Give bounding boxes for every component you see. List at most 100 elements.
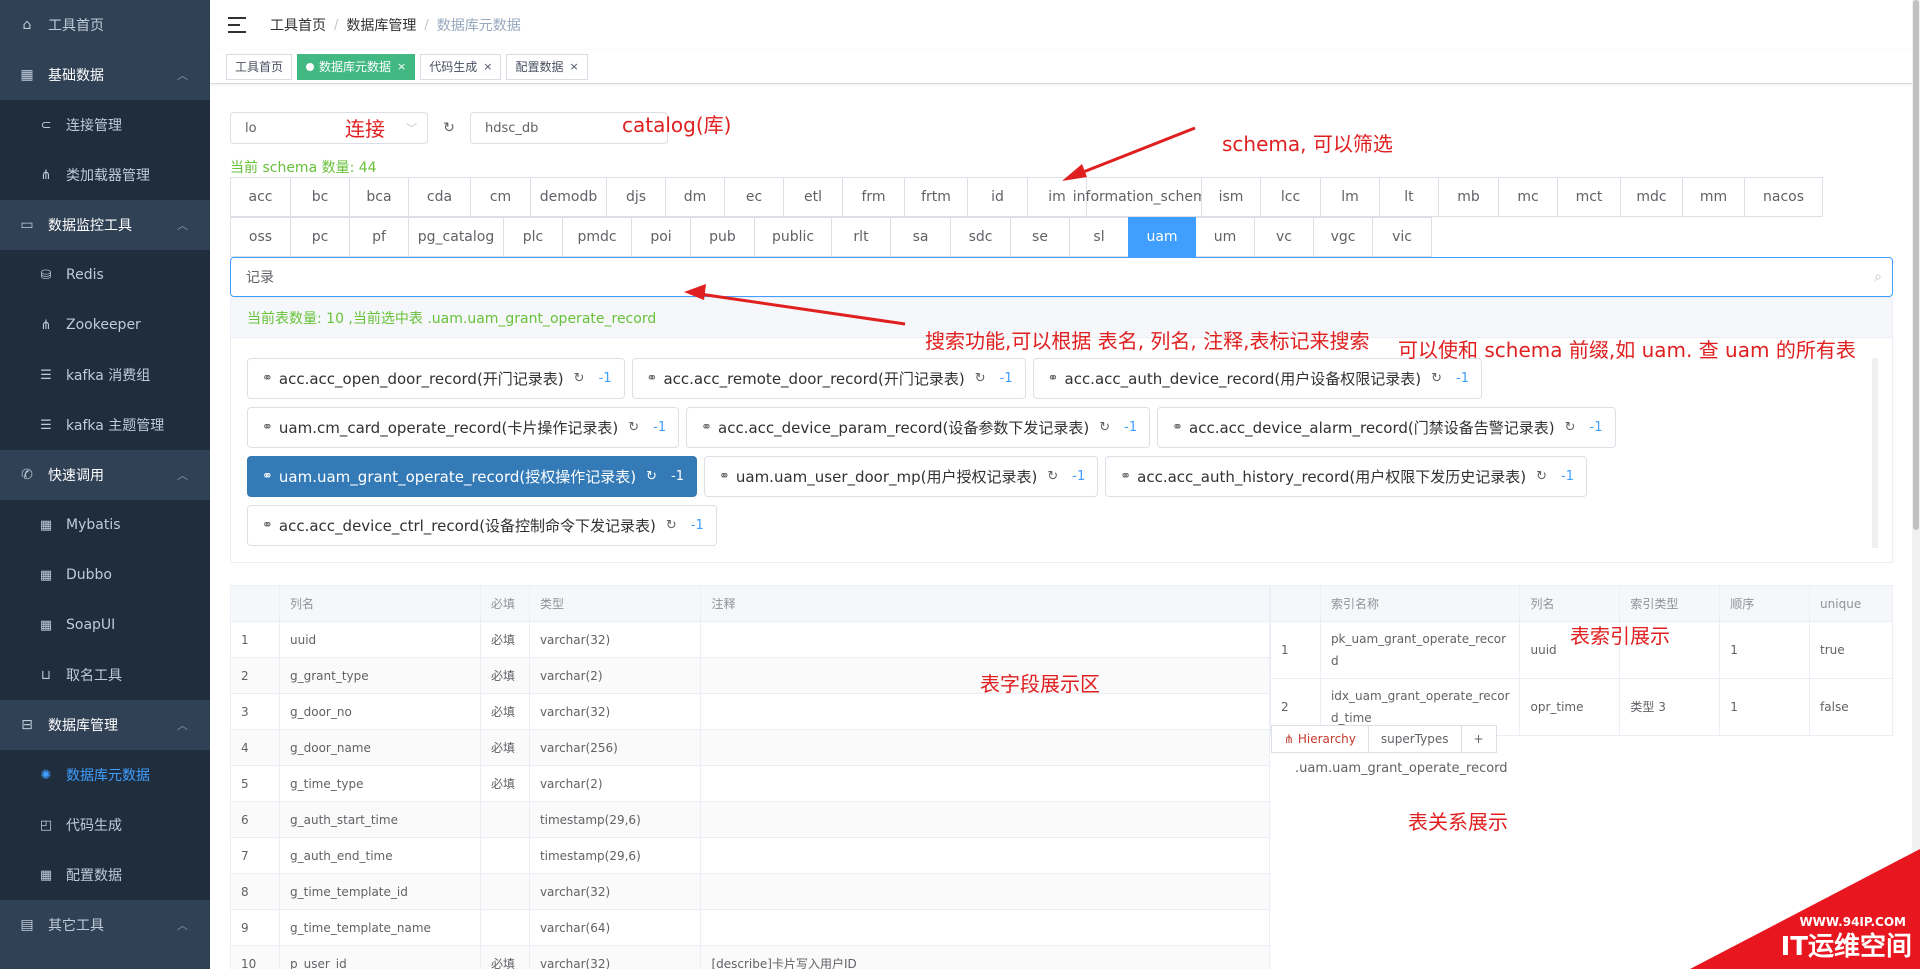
sidebar-item-soapui[interactable]: ▦ SoapUI — [0, 600, 210, 650]
sidebar-item-mybatis[interactable]: ▦ Mybatis — [0, 500, 210, 550]
schema-button-poi[interactable]: poi — [631, 217, 691, 257]
sidebar-item-db-metadata[interactable]: ✺ 数据库元数据 — [0, 750, 210, 800]
refresh-icon[interactable]: ↻ — [646, 469, 657, 484]
table-chip[interactable]: ⚭ uam.uam_grant_operate_record(授权操作记录表) ↻ -… — [247, 456, 697, 497]
schema-button-mb[interactable]: mb — [1438, 177, 1499, 217]
sidebar-item-home[interactable]: ⌂ 工具首页 — [0, 0, 210, 50]
schema-button-lcc[interactable]: lcc — [1260, 177, 1321, 217]
schema-button-pmdc[interactable]: pmdc — [562, 217, 632, 257]
hamburger-icon[interactable] — [228, 17, 246, 33]
schema-button-pc[interactable]: pc — [290, 217, 350, 257]
refresh-icon[interactable]: ↻ — [574, 371, 585, 386]
schema-button-acc[interactable]: acc — [230, 177, 291, 217]
schema-button-vic[interactable]: vic — [1372, 217, 1432, 257]
table-chip[interactable]: ⚭ acc.acc_device_alarm_record(门禁设备告警记录表) ↻… — [1157, 407, 1616, 448]
table-chip[interactable]: ⚭ acc.acc_device_ctrl_record(设备控制命令下发记录表)… — [247, 505, 717, 546]
schema-button-pg-catalog[interactable]: pg_catalog — [408, 217, 504, 257]
schema-button-se[interactable]: se — [1010, 217, 1070, 257]
sidebar-item-quick-call[interactable]: ✆ 快速调用 ︿ — [0, 450, 210, 500]
schema-button-mm[interactable]: mm — [1682, 177, 1745, 217]
sidebar-item-kafka-group[interactable]: ☰ kafka 消费组 — [0, 350, 210, 400]
schema-button-pub[interactable]: pub — [690, 217, 755, 257]
table-row[interactable]: 1 uuid 必填 varchar(32) — [230, 621, 1270, 658]
scrollbar-thumb[interactable] — [1913, 0, 1919, 530]
sidebar-item-dubbo[interactable]: ▦ Dubbo — [0, 550, 210, 600]
table-row[interactable]: 6 g_auth_start_time timestamp(29,6) — [230, 801, 1270, 838]
sidebar-item-db-manage[interactable]: ⊟ 数据库管理 ︿ — [0, 700, 210, 750]
schema-button-frm[interactable]: frm — [842, 177, 905, 217]
table-chip[interactable]: ⚭ acc.acc_auth_history_record(用户权限下发历史记录表… — [1105, 456, 1587, 497]
table-chip[interactable]: ⚭ uam.cm_card_operate_record(卡片操作记录表) ↻ -1 — [247, 407, 680, 448]
schema-button-pf[interactable]: pf — [349, 217, 409, 257]
page-scrollbar[interactable] — [1912, 0, 1920, 969]
refresh-icon[interactable]: ↻ — [975, 371, 986, 386]
table-chip[interactable]: ⚭ acc.acc_auth_device_record(用户设备权限记录表) ↻ -… — [1032, 358, 1482, 399]
schema-button-demodb[interactable]: demodb — [530, 177, 607, 217]
schema-button-dm[interactable]: dm — [665, 177, 725, 217]
schema-button-djs[interactable]: djs — [606, 177, 666, 217]
refresh-icon[interactable]: ↻ — [666, 518, 677, 533]
table-row[interactable]: 3 g_door_no 必填 varchar(32) — [230, 693, 1270, 730]
sidebar-item-codegen[interactable]: ◰ 代码生成 — [0, 800, 210, 850]
schema-button-uam[interactable]: uam — [1128, 217, 1196, 257]
table-row[interactable]: 2 g_grant_type 必填 varchar(2) — [230, 657, 1270, 694]
refresh-icon[interactable]: ↻ — [628, 420, 639, 435]
refresh-icon[interactable]: ↻ — [1099, 420, 1110, 435]
schema-button-mdc[interactable]: mdc — [1620, 177, 1683, 217]
close-icon[interactable]: × — [570, 55, 579, 79]
schema-button-bca[interactable]: bca — [349, 177, 409, 217]
refresh-icon[interactable]: ↻ — [1536, 469, 1547, 484]
schema-button-plc[interactable]: plc — [503, 217, 563, 257]
sidebar-item-config[interactable]: ▦ 配置数据 — [0, 850, 210, 900]
schema-button-lm[interactable]: lm — [1320, 177, 1380, 217]
schema-button-rlt[interactable]: rlt — [831, 217, 891, 257]
table-row[interactable]: 4 g_door_name 必填 varchar(256) — [230, 729, 1270, 766]
schema-button-bc[interactable]: bc — [290, 177, 350, 217]
sidebar-item-monitor[interactable]: ▭ 数据监控工具 ︿ — [0, 200, 210, 250]
refresh-icon[interactable]: ↻ — [442, 120, 456, 136]
tab-add[interactable]: + — [1460, 725, 1497, 753]
refresh-icon[interactable]: ↻ — [1431, 371, 1442, 386]
schema-button-vc[interactable]: vc — [1254, 217, 1314, 257]
breadcrumb-item[interactable]: 数据库管理 — [346, 15, 416, 35]
close-icon[interactable]: × — [397, 55, 406, 79]
schema-button-lt[interactable]: lt — [1379, 177, 1439, 217]
schema-button-sa[interactable]: sa — [890, 217, 951, 257]
schema-button-cm[interactable]: cm — [470, 177, 531, 217]
schema-button-id[interactable]: id — [967, 177, 1028, 217]
schema-button-sl[interactable]: sl — [1069, 217, 1129, 257]
table-row[interactable]: 7 g_auth_end_time timestamp(29,6) — [230, 837, 1270, 874]
schema-button-information-schema[interactable]: information_schema — [1073, 177, 1215, 217]
schema-button-public[interactable]: public — [754, 217, 832, 257]
tag-codegen[interactable]: 代码生成 × — [420, 53, 502, 80]
sidebar-item-classloader[interactable]: ⋔ 类加载器管理 — [0, 150, 210, 200]
schema-button-etl[interactable]: etl — [783, 177, 843, 217]
tab-hierarchy[interactable]: ⋔ Hierarchy — [1271, 725, 1369, 753]
panel-scrollbar[interactable] — [1872, 358, 1878, 548]
schema-button-vgc[interactable]: vgc — [1313, 217, 1373, 257]
connection-select[interactable]: lo ﹀ — [230, 112, 428, 144]
table-row[interactable]: 5 g_time_type 必填 varchar(2) — [230, 765, 1270, 802]
refresh-icon[interactable]: ↻ — [1565, 420, 1576, 435]
tab-supertypes[interactable]: superTypes — [1367, 725, 1462, 753]
close-icon[interactable]: × — [483, 55, 492, 79]
table-search-input[interactable]: 记录 ⌕ — [230, 257, 1893, 297]
sidebar-item-basic-data[interactable]: ▦ 基础数据 ︿ — [0, 50, 210, 100]
schema-button-um[interactable]: um — [1195, 217, 1255, 257]
schema-button-mct[interactable]: mct — [1557, 177, 1621, 217]
schema-button-ec[interactable]: ec — [724, 177, 784, 217]
schema-button-frtm[interactable]: frtm — [904, 177, 968, 217]
schema-button-ism[interactable]: ism — [1201, 177, 1261, 217]
breadcrumb-item[interactable]: 工具首页 — [270, 15, 326, 35]
schema-button-mc[interactable]: mc — [1498, 177, 1558, 217]
sidebar-item-zookeeper[interactable]: ⋔ Zookeeper — [0, 300, 210, 350]
table-row[interactable]: 8 g_time_template_id varchar(32) — [230, 873, 1270, 910]
schema-button-cda[interactable]: cda — [408, 177, 471, 217]
refresh-icon[interactable]: ↻ — [1047, 469, 1058, 484]
schema-button-sdc[interactable]: sdc — [950, 217, 1011, 257]
tag-home[interactable]: 工具首页 — [226, 53, 293, 80]
table-chip[interactable]: ⚭ uam.uam_user_door_mp(用户授权记录表) ↻ -1 — [703, 456, 1099, 497]
table-chip[interactable]: ⚭ acc.acc_device_param_record(设备参数下发记录表) ↻… — [686, 407, 1151, 448]
tag-config[interactable]: 配置数据 × — [506, 53, 588, 80]
table-row[interactable]: 9 g_time_template_name varchar(64) — [230, 909, 1270, 946]
